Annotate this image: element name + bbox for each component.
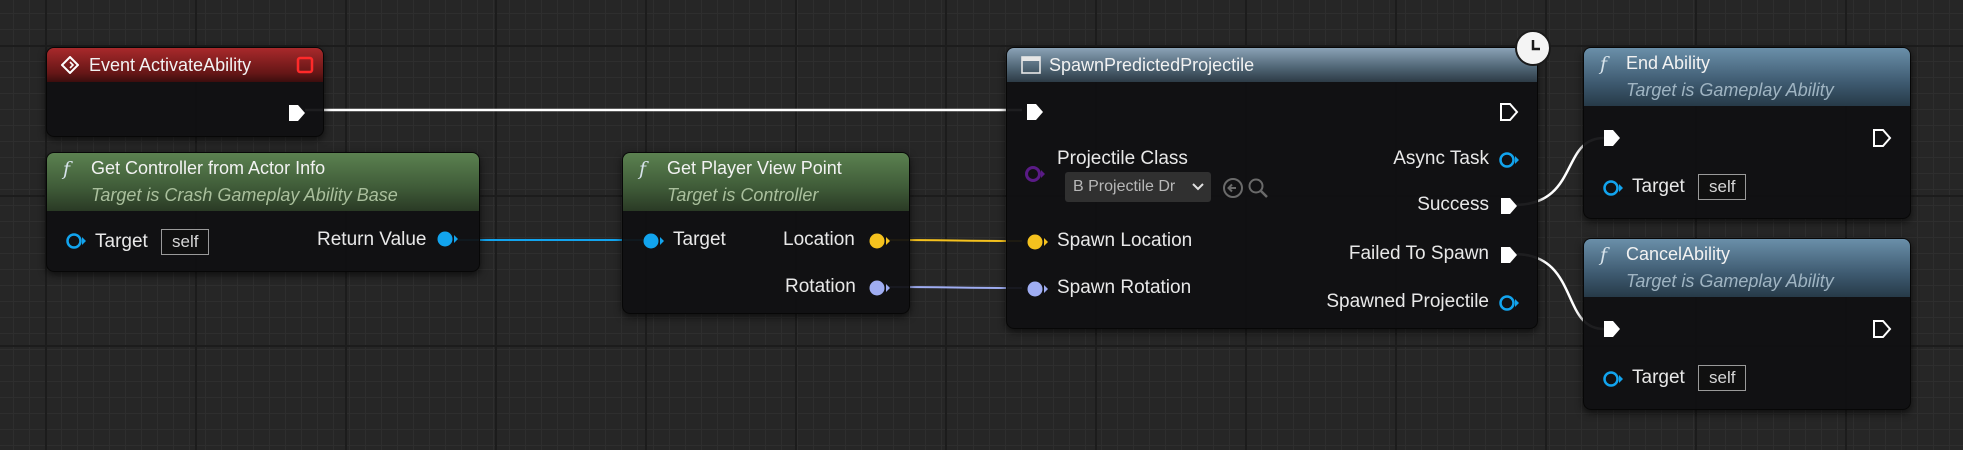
node-subtitle: Target is Controller bbox=[667, 185, 819, 205]
node-title: Event ActivateAbility bbox=[89, 55, 252, 75]
node-subtitle: Target is Crash Gameplay Ability Base bbox=[91, 185, 398, 205]
exec-out-pin[interactable] bbox=[287, 103, 307, 123]
target-pin-label: Target bbox=[1632, 367, 1685, 388]
success-exec-pin[interactable] bbox=[1499, 196, 1519, 216]
success-label: Success bbox=[1417, 194, 1489, 215]
failed-exec-pin[interactable] bbox=[1499, 245, 1519, 265]
function-f-icon: f bbox=[63, 158, 71, 180]
magnifier-icon[interactable] bbox=[1247, 177, 1269, 199]
async-task-pin[interactable] bbox=[1497, 150, 1521, 170]
target-input-pin[interactable] bbox=[65, 231, 87, 251]
end-ability-node[interactable]: f End Ability Target is Gameplay Ability… bbox=[1583, 47, 1911, 219]
projectile-class-value: B Projectile Dr bbox=[1073, 178, 1176, 195]
spawned-projectile-pin[interactable] bbox=[1497, 293, 1521, 313]
diamond-event-icon bbox=[61, 56, 79, 74]
node-title: SpawnPredictedProjectile bbox=[1049, 55, 1255, 75]
exec-output-pin[interactable] bbox=[1872, 128, 1892, 148]
get-controller-node[interactable]: f Get Controller from Actor Info Target … bbox=[46, 152, 480, 272]
latent-node-icon bbox=[1021, 56, 1041, 74]
spawn-location-label: Spawn Location bbox=[1057, 230, 1193, 251]
chevron-down-icon bbox=[1192, 183, 1204, 191]
exec-output-pin[interactable] bbox=[1872, 319, 1892, 339]
target-input-pin[interactable] bbox=[1602, 369, 1624, 389]
function-f-icon: f bbox=[1600, 53, 1608, 75]
spawn-predicted-projectile-node[interactable]: SpawnPredictedProjectile Projectile Clas… bbox=[1006, 47, 1538, 329]
arrow-left-circle-icon[interactable] bbox=[1222, 177, 1244, 199]
location-output-pin[interactable] bbox=[867, 231, 891, 251]
exec-input-pin[interactable] bbox=[1025, 102, 1045, 122]
return-value-label: Return Value bbox=[317, 229, 427, 250]
get-player-view-point-node[interactable]: f Get Player View Point Target is Contro… bbox=[622, 152, 910, 314]
exec-output-pin[interactable] bbox=[1499, 102, 1519, 122]
function-f-icon: f bbox=[639, 158, 647, 180]
red-square-delegate-icon[interactable] bbox=[296, 56, 314, 74]
target-pin-label: Target bbox=[1632, 176, 1685, 197]
node-title: Get Player View Point bbox=[667, 158, 842, 178]
target-pin-label: Target bbox=[673, 229, 726, 250]
node-subtitle: Target is Gameplay Ability bbox=[1626, 80, 1834, 100]
cancel-ability-node[interactable]: f CancelAbility Target is Gameplay Abili… bbox=[1583, 238, 1911, 410]
async-task-label: Async Task bbox=[1393, 148, 1489, 169]
rotation-pin-label: Rotation bbox=[785, 276, 856, 297]
node-title: End Ability bbox=[1626, 53, 1711, 73]
node-title: Get Controller from Actor Info bbox=[91, 158, 326, 178]
spawn-location-pin[interactable] bbox=[1025, 232, 1049, 252]
spawn-rotation-label: Spawn Rotation bbox=[1057, 277, 1192, 298]
spawn-rotation-pin[interactable] bbox=[1025, 279, 1049, 299]
rotation-output-pin[interactable] bbox=[867, 278, 891, 298]
event-activate-ability-node[interactable]: Event ActivateAbility bbox=[46, 47, 324, 137]
return-value-pin[interactable] bbox=[435, 229, 459, 249]
exec-input-pin[interactable] bbox=[1602, 128, 1622, 148]
exec-input-pin[interactable] bbox=[1602, 319, 1622, 339]
target-self-box[interactable]: self bbox=[1698, 365, 1747, 391]
projectile-class-label: Projectile Class bbox=[1057, 148, 1188, 169]
target-self-box[interactable]: self bbox=[1698, 174, 1747, 200]
clock-icon bbox=[1515, 30, 1551, 66]
target-self-box[interactable]: self bbox=[161, 229, 210, 255]
target-input-pin[interactable] bbox=[1602, 178, 1624, 198]
projectile-class-dropdown[interactable]: B Projectile Dr bbox=[1065, 172, 1211, 202]
failed-to-spawn-label: Failed To Spawn bbox=[1348, 243, 1489, 264]
projectile-class-pin[interactable] bbox=[1023, 164, 1047, 184]
function-f-icon: f bbox=[1600, 244, 1608, 266]
node-title: CancelAbility bbox=[1626, 244, 1731, 264]
node-subtitle: Target is Gameplay Ability bbox=[1626, 271, 1834, 291]
location-pin-label: Location bbox=[783, 229, 855, 250]
spawned-projectile-label: Spawned Projectile bbox=[1326, 291, 1489, 312]
target-input-pin[interactable] bbox=[641, 231, 665, 251]
target-pin-label: Target bbox=[95, 231, 148, 252]
